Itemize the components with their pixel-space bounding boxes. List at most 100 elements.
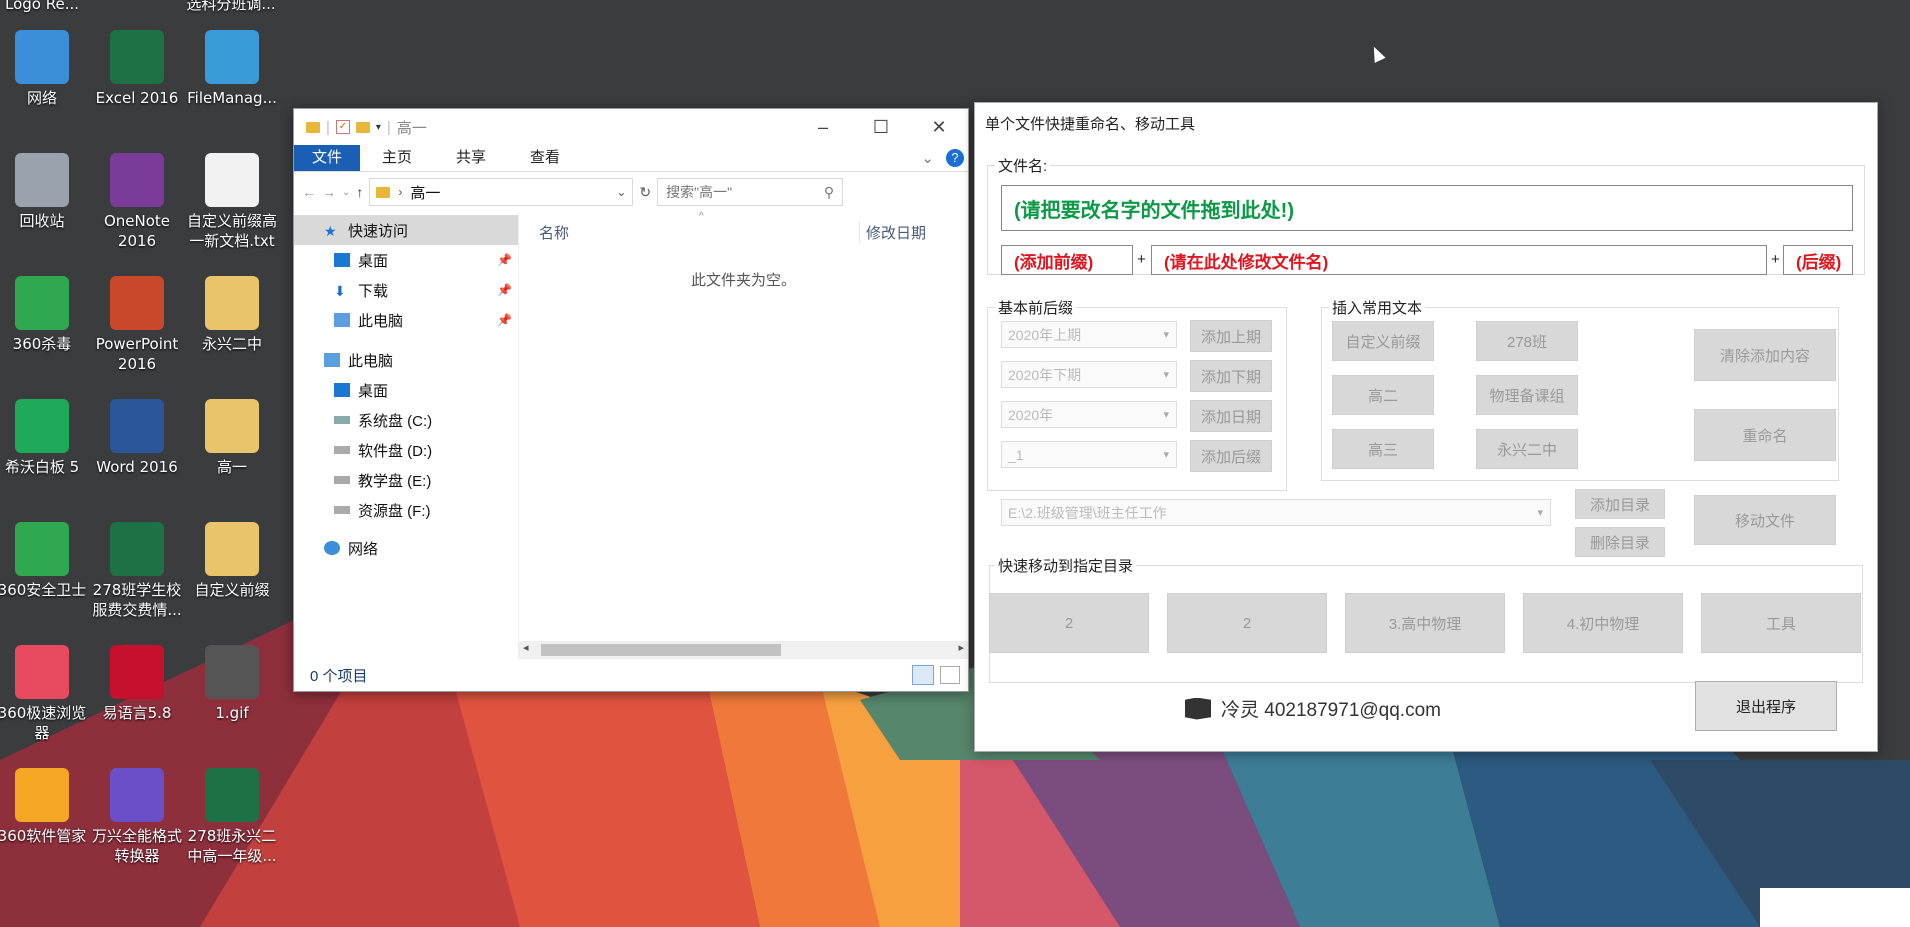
properties-icon[interactable]: ✓: [335, 120, 350, 134]
nav-drive-e[interactable]: 教学盘 (E:): [294, 465, 518, 495]
school-name-button[interactable]: 永兴二中: [1476, 429, 1578, 469]
up-arrow-icon[interactable]: ↑: [356, 184, 363, 200]
add-first-term-button[interactable]: 添加上期: [1190, 320, 1272, 352]
horizontal-scrollbar[interactable]: ◂ ▸: [519, 641, 968, 659]
tab-home[interactable]: 主页: [360, 145, 434, 171]
tab-file[interactable]: 文件: [294, 145, 361, 171]
desktop-icon-logo-partial[interactable]: Logo Re...: [0, 0, 88, 14]
desktop-icon-onenote[interactable]: OneNote 2016: [91, 153, 183, 251]
nav-downloads[interactable]: ⬇ 下载 📌: [294, 275, 518, 305]
grade-3-button[interactable]: 高三: [1332, 429, 1434, 469]
quick-dir-button-5[interactable]: 工具: [1701, 593, 1861, 653]
desktop-icon-converter[interactable]: 万兴全能格式 转换器: [91, 768, 183, 866]
pin-icon[interactable]: 📌: [497, 253, 512, 267]
add-directory-button[interactable]: 添加目录: [1575, 489, 1665, 519]
desktop-icon-folder_yx[interactable]: 永兴二中: [186, 276, 278, 354]
quick-dir-button-4[interactable]: 4.初中物理: [1523, 593, 1683, 653]
add-second-term-button[interactable]: 添加下期: [1190, 360, 1272, 392]
forward-arrow-icon[interactable]: →: [322, 184, 336, 200]
help-icon[interactable]: ?: [946, 149, 964, 167]
file-explorer-window[interactable]: | ✓ ▾ | 高一 – ☐ ✕ 文件 主页 共享 查看 ⌄ ? ← → ⌄ ↑…: [293, 108, 969, 692]
desktop-icon-recycle[interactable]: 回收站: [0, 153, 88, 231]
delete-directory-button[interactable]: 删除目录: [1575, 527, 1665, 557]
desktop-icon-av360[interactable]: 360杀毒: [0, 276, 88, 354]
add-date-button[interactable]: 添加日期: [1190, 400, 1272, 432]
nav-desktop-2[interactable]: 桌面: [294, 375, 518, 405]
scroll-left-icon[interactable]: ◂: [523, 641, 529, 654]
add-suffix-button[interactable]: 添加后缀: [1190, 440, 1272, 472]
prefix-input[interactable]: (添加前缀): [1001, 245, 1133, 275]
quick-dir-button-2[interactable]: 2: [1167, 593, 1327, 653]
address-bar[interactable]: › 高一 ⌄: [369, 178, 634, 206]
minimize-button[interactable]: –: [794, 109, 852, 145]
nav-quick-access[interactable]: ★ 快速访问: [294, 215, 518, 245]
period-select-2[interactable]: 2020年下期 ▾: [1001, 361, 1177, 388]
desktop-icon-filemanager[interactable]: FileManag...: [186, 30, 278, 108]
exit-program-button[interactable]: 退出程序: [1695, 681, 1837, 731]
desktop-icon-xls278b[interactable]: 278班永兴二 中高一年级...: [186, 768, 278, 866]
rename-button[interactable]: 重命名: [1694, 409, 1836, 461]
pin-icon[interactable]: 📌: [497, 283, 512, 297]
explorer-title-bar[interactable]: | ✓ ▾ | 高一 – ☐ ✕: [294, 109, 968, 145]
filename-input[interactable]: (请在此处修改文件名): [1151, 245, 1767, 275]
nav-network[interactable]: 网络: [294, 533, 518, 563]
rename-tool-window[interactable]: 单个文件快捷重命名、移动工具 文件名: (请把要改名字的文件拖到此处!) (添加…: [974, 102, 1878, 752]
search-input[interactable]: 搜索"高一" ⚲: [657, 178, 844, 206]
scrollbar-thumb[interactable]: [541, 644, 781, 656]
desktop-icon-network[interactable]: 网络: [0, 30, 88, 108]
desktop-icon-folder_prefix[interactable]: 自定义前缀: [186, 522, 278, 600]
desktop-icon-guard360[interactable]: 360安全卫士: [0, 522, 88, 600]
desktop-icon-txtfile[interactable]: 自定义前缀高 一新文档.txt: [186, 153, 278, 251]
scroll-right-icon[interactable]: ▸: [958, 641, 964, 654]
desktop-icon-easinote[interactable]: 希沃白板 5: [0, 399, 88, 477]
refresh-icon[interactable]: ↻: [639, 184, 651, 201]
desktop-icon-eyuyan[interactable]: 易语言5.8: [91, 645, 183, 723]
quick-dir-button-3[interactable]: 3.高中物理: [1345, 593, 1505, 653]
maximize-button[interactable]: ☐: [852, 109, 910, 145]
desktop-icon-word[interactable]: Word 2016: [91, 399, 183, 477]
tab-share[interactable]: 共享: [434, 145, 508, 171]
close-button[interactable]: ✕: [910, 109, 968, 145]
recent-locations-icon[interactable]: ⌄: [342, 187, 350, 198]
address-dropdown-icon[interactable]: ⌄: [616, 185, 626, 199]
custom-prefix-button[interactable]: 自定义前缀: [1332, 321, 1434, 361]
expand-ribbon-icon[interactable]: ⌄: [921, 149, 934, 167]
large-icons-view-icon[interactable]: [940, 666, 960, 684]
nav-this-pc[interactable]: 此电脑: [294, 345, 518, 375]
directory-select[interactable]: E:\2.班级管理\班主任工作 ▾: [1001, 499, 1551, 526]
chevron-down-icon[interactable]: ▾: [376, 122, 381, 133]
back-arrow-icon[interactable]: ←: [302, 184, 316, 200]
nav-drive-d[interactable]: 软件盘 (D:): [294, 435, 518, 465]
desktop-icon-gif[interactable]: 1.gif: [186, 645, 278, 723]
move-file-button[interactable]: 移动文件: [1694, 495, 1836, 545]
new-folder-icon[interactable]: [355, 121, 370, 133]
suffix-select[interactable]: _1 ▾: [1001, 441, 1177, 468]
date-select[interactable]: 2020年 ▾: [1001, 401, 1177, 428]
grade-2-button[interactable]: 高二: [1332, 375, 1434, 415]
clear-added-content-button[interactable]: 清除添加内容: [1694, 329, 1836, 381]
desktop-icon-powerpoint[interactable]: PowerPoint 2016: [91, 276, 183, 374]
desktop-icon-folder_g1[interactable]: 高一: [186, 399, 278, 477]
file-drop-area[interactable]: (请把要改名字的文件拖到此处!): [1001, 185, 1853, 231]
period-select-1[interactable]: 2020年上期 ▾: [1001, 321, 1177, 348]
column-header-modified[interactable]: 修改日期: [859, 222, 926, 243]
desktop-icon-xuanke-partial[interactable]: 选科分班调...: [185, 0, 277, 14]
pin-icon[interactable]: 📌: [497, 313, 512, 327]
nav-desktop[interactable]: 桌面 📌: [294, 245, 518, 275]
class-278-button[interactable]: 278班: [1476, 321, 1578, 361]
column-header-name[interactable]: 名称: [519, 222, 859, 243]
nav-this-pc-pinned[interactable]: 此电脑 📌: [294, 305, 518, 335]
desktop-icon-browser360[interactable]: 360极速浏览 器: [0, 645, 88, 743]
physics-group-button[interactable]: 物理备课组: [1476, 375, 1578, 415]
details-view-icon[interactable]: [912, 665, 934, 685]
desktop-icon-xls278[interactable]: 278班学生校 服费交费情...: [91, 522, 183, 620]
desktop-icon-excel[interactable]: Excel 2016: [91, 30, 183, 108]
desktop-icon-label: 万兴全能格式 转换器: [91, 827, 182, 865]
quick-dir-button-1[interactable]: 2: [989, 593, 1149, 653]
desktop-icon-mgr360[interactable]: 360软件管家: [0, 768, 88, 846]
nav-drive-c[interactable]: 系统盘 (C:): [294, 405, 518, 435]
nav-drive-f[interactable]: 资源盘 (F:): [294, 495, 518, 525]
file-list-pane[interactable]: ^ 名称 修改日期 此文件夹为空。 ◂ ▸: [519, 211, 968, 659]
tab-view[interactable]: 查看: [508, 145, 582, 171]
suffix-input[interactable]: (后缀): [1783, 245, 1853, 275]
